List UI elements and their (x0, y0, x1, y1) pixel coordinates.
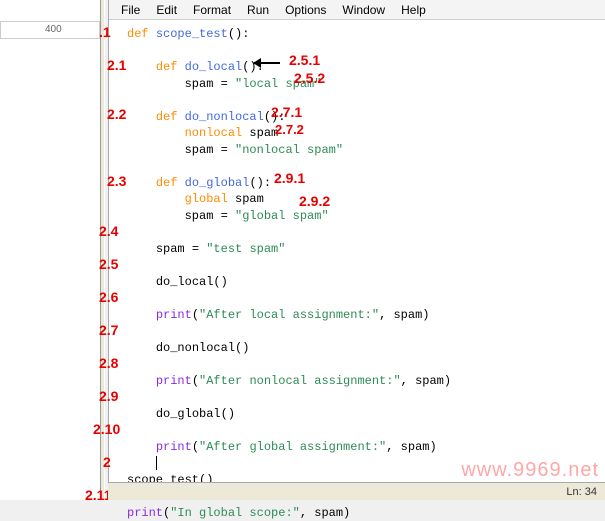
vertical-divider[interactable] (100, 0, 105, 500)
ruler-tick: 400 (45, 24, 62, 35)
status-line: Ln: 34 (566, 486, 597, 498)
code-editor[interactable]: def scope_test(): def do_local(): spam =… (109, 20, 605, 478)
menu-run[interactable]: Run (239, 1, 277, 19)
status-bar: Ln: 34 (108, 482, 605, 500)
menu-options[interactable]: Options (277, 1, 334, 19)
menu-bar: File Edit Format Run Options Window Help (109, 0, 605, 20)
menu-edit[interactable]: Edit (148, 1, 185, 19)
left-panel (0, 0, 100, 500)
editor-window: File Edit Format Run Options Window Help… (108, 0, 605, 500)
ruler: 400 (0, 21, 100, 39)
text-cursor (156, 456, 157, 470)
menu-format[interactable]: Format (185, 1, 239, 19)
anno-2-1: 2.1 (107, 57, 126, 74)
anno-2-2: 2.2 (107, 106, 126, 123)
anno-2-3: 2.3 (107, 173, 126, 190)
menu-file[interactable]: File (113, 1, 148, 19)
menu-window[interactable]: Window (334, 1, 393, 19)
code-content[interactable]: def scope_test(): def do_local(): spam =… (127, 26, 605, 521)
menu-help[interactable]: Help (393, 1, 434, 19)
